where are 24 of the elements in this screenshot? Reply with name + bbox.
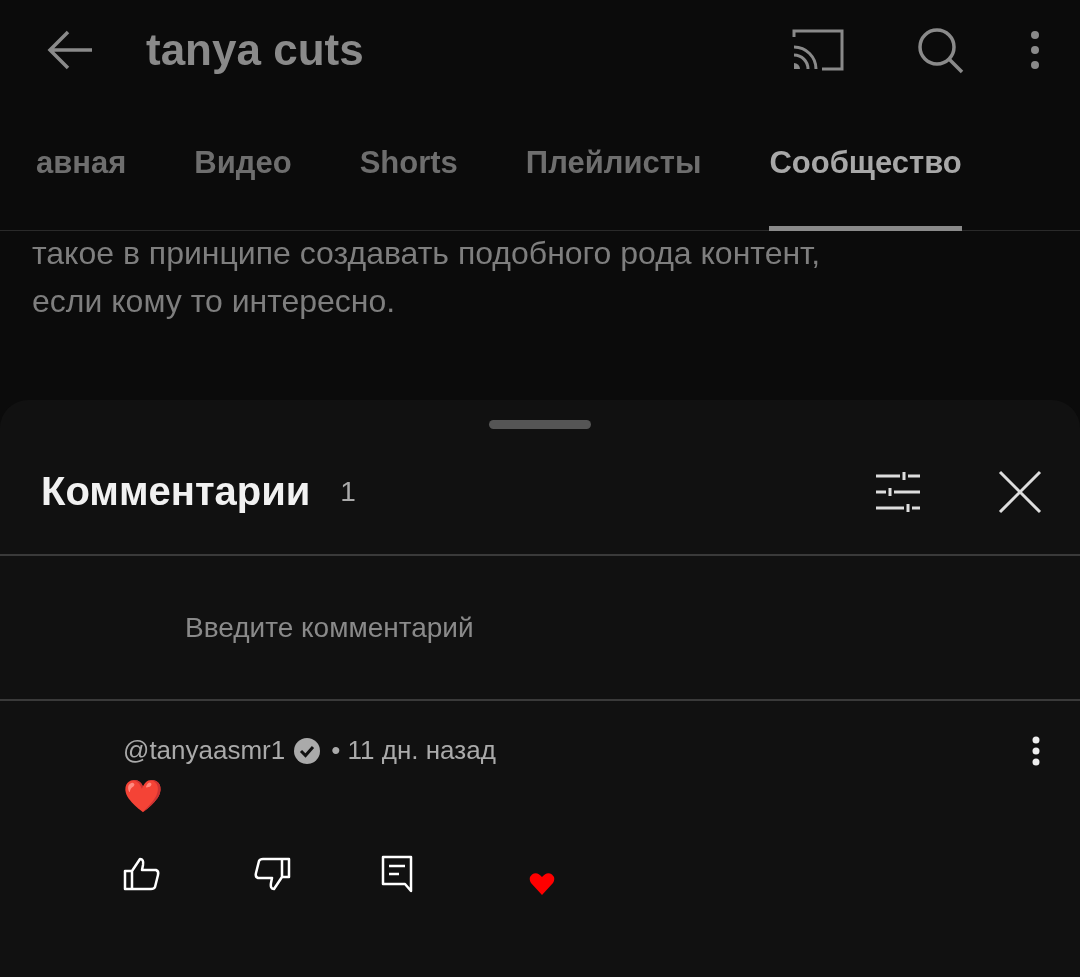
back-icon[interactable] xyxy=(46,30,94,70)
dislike-icon[interactable] xyxy=(253,857,291,891)
comment-text: ❤ xyxy=(123,777,164,816)
reply-icon[interactable] xyxy=(381,855,413,893)
comment-count: 1 xyxy=(340,475,357,508)
more-icon[interactable] xyxy=(1032,735,1040,766)
sheet-title: Комментарии xyxy=(41,469,311,514)
filter-icon[interactable] xyxy=(874,471,922,512)
channel-tab[interactable]: Сообщество xyxy=(769,100,962,231)
comment-author[interactable]: @tanyaasmr1 xyxy=(123,735,286,766)
channel-tab[interactable]: Плейлисты xyxy=(525,100,702,231)
comment-time: • 11 дн. назад xyxy=(331,735,497,766)
post-text: такое в принципе создавать подобного рода контент, если кому то интересно. xyxy=(31,234,822,321)
more-icon[interactable] xyxy=(1030,30,1040,70)
channel-tab[interactable]: Видео xyxy=(194,100,292,231)
close-icon[interactable] xyxy=(998,469,1042,514)
channel-title: tanya cuts xyxy=(146,25,365,75)
search-icon[interactable] xyxy=(916,26,964,74)
drag-handle[interactable] xyxy=(489,420,591,429)
like-icon[interactable] xyxy=(123,857,161,891)
channel-tab[interactable]: Shorts xyxy=(359,100,458,231)
comment-input[interactable]: Введите комментарий xyxy=(185,611,685,644)
cast-icon[interactable] xyxy=(792,29,844,71)
channel-tab[interactable]: авная xyxy=(36,100,127,231)
